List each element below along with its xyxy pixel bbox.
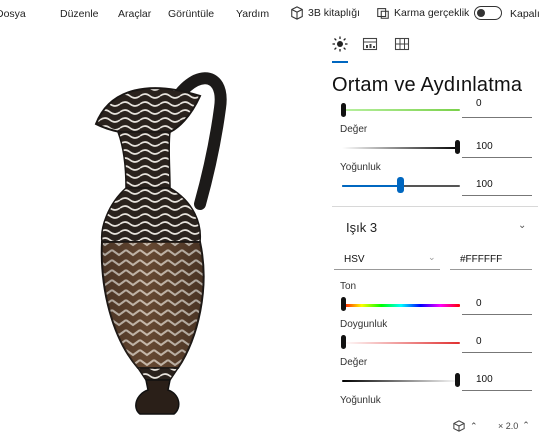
ton-slider-track[interactable]	[342, 304, 460, 307]
stats-icon[interactable]	[362, 36, 378, 52]
deger-value-field[interactable]: 100	[462, 136, 532, 158]
active-tab-indicator	[332, 61, 348, 63]
doygunluk-label: Doygunluk	[340, 319, 388, 330]
zoom-level: × 2.0	[498, 420, 519, 431]
mixed-reality-icon	[377, 8, 389, 19]
doygunluk-value-field[interactable]: 0	[462, 331, 532, 353]
menu-view[interactable]: Görüntüle	[168, 8, 214, 20]
grid-icon[interactable]	[394, 36, 410, 52]
mixed-reality-label: Karma gerçeklik	[394, 7, 470, 19]
mixed-reality-button[interactable]: Karma gerçeklik	[376, 6, 469, 20]
yogunluk2-label: Yoğunluk	[340, 395, 381, 406]
mixed-reality-toggle[interactable]	[474, 6, 502, 20]
yogunluk-value-field[interactable]: 100	[462, 174, 532, 196]
chevron-up-icon: ⌃	[470, 420, 478, 431]
section-divider	[332, 206, 538, 207]
color-mode-chevron-icon: ⌄	[428, 252, 436, 262]
ton-value-field[interactable]: 0	[462, 293, 532, 315]
properties-panel: Ortam ve Aydınlatma 0 Değer 100 Yoğunluk…	[322, 28, 548, 432]
doygunluk-slider-thumb[interactable]	[341, 335, 346, 349]
chevron-down-icon[interactable]: ⌄	[518, 220, 526, 231]
top-slider-thumb[interactable]	[341, 103, 346, 117]
vase-model[interactable]	[0, 28, 322, 432]
3d-viewport[interactable]	[0, 28, 322, 432]
panel-title: Ortam ve Aydınlatma	[332, 74, 523, 96]
menu-help[interactable]: Yardım	[236, 8, 269, 20]
deger-label: Değer	[340, 124, 368, 135]
yogunluk-label: Yoğunluk	[340, 162, 381, 173]
deger2-value-field[interactable]: 100	[462, 369, 532, 391]
deger-slider-thumb[interactable]	[455, 140, 460, 154]
menu-file[interactable]: Dosya	[0, 8, 26, 20]
hex-color-field[interactable]: #FFFFFF	[450, 250, 532, 270]
3d-view-icon	[453, 420, 465, 432]
yogunluk-slider-fill	[342, 185, 400, 187]
top-value-field[interactable]: 0	[462, 98, 532, 118]
yogunluk-slider-thumb[interactable]	[397, 177, 404, 193]
ton-label: Ton	[340, 281, 357, 292]
3d-library-label: 3B kitaplığı	[308, 7, 360, 19]
menu-edit[interactable]: Düzenle	[60, 8, 99, 20]
deger2-label: Değer	[340, 357, 368, 368]
deger2-slider-track[interactable]	[342, 380, 460, 382]
doygunluk-slider-track[interactable]	[342, 342, 460, 344]
view-mode-control[interactable]: ⌃	[452, 420, 478, 432]
top-slider-track[interactable]	[342, 109, 460, 111]
ton-slider-thumb[interactable]	[341, 297, 346, 311]
zoom-control[interactable]: × 2.0 ⌃	[498, 420, 530, 431]
menu-bar: Dosya Düzenle Araçlar Görüntüle Yardım 3…	[0, 0, 548, 28]
color-mode-select[interactable]: HSV	[334, 250, 440, 270]
zoom-chevron-up-icon: ⌃	[522, 420, 530, 430]
deger-slider-track[interactable]	[342, 147, 460, 149]
3d-library-button[interactable]: 3B kitaplığı	[290, 6, 360, 20]
toggle-state-label: Kapalı	[510, 8, 540, 20]
deger2-slider-thumb[interactable]	[455, 373, 460, 387]
cube-icon	[291, 6, 303, 20]
menu-tools[interactable]: Araçlar	[118, 8, 151, 20]
sun-icon[interactable]	[332, 36, 348, 52]
light-section-title[interactable]: Işık 3	[346, 220, 377, 235]
